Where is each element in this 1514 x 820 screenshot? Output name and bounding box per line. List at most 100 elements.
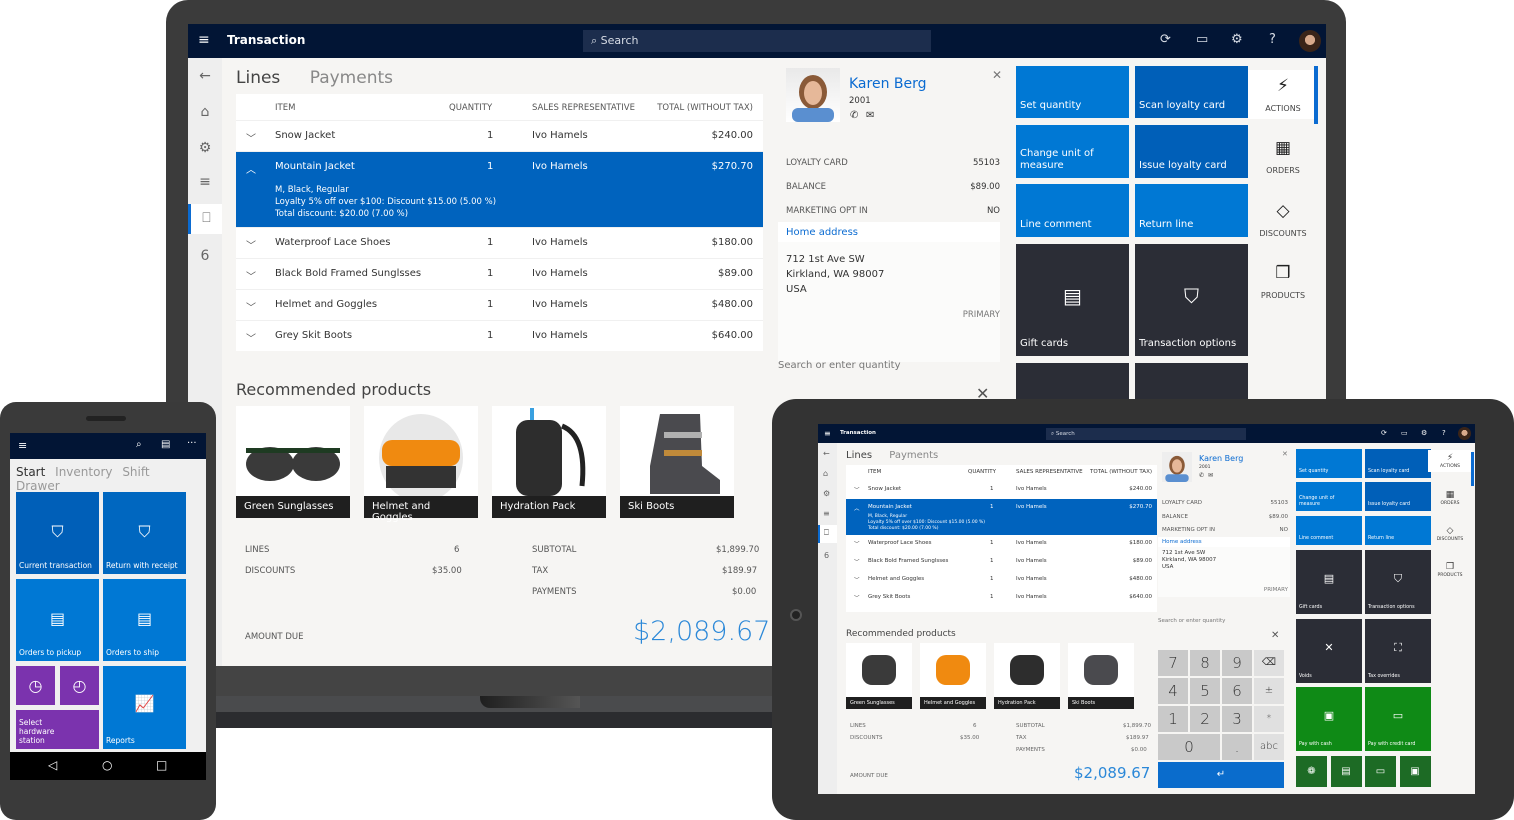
set-quantity-tile[interactable]: Set quantity: [1016, 66, 1129, 118]
quantity-search-input[interactable]: Search or enter quantity: [1158, 618, 1225, 624]
help-icon[interactable]: ?: [1442, 429, 1446, 437]
tab-shift[interactable]: Shift: [122, 465, 149, 479]
products-icon[interactable]: ⚙: [188, 140, 222, 156]
keypad-key[interactable]: abc: [1254, 734, 1284, 760]
search-input[interactable]: ⌕ Search: [1046, 428, 1246, 440]
hardware-station-tile[interactable]: Select hardware station: [16, 710, 99, 749]
keypad-key[interactable]: 4: [1158, 678, 1188, 704]
return-receipt-tile[interactable]: ⛉ Return with receipt: [103, 492, 186, 574]
transaction-options-tile[interactable]: ⛉ Transaction options: [1135, 244, 1248, 356]
tab-inventory[interactable]: Inventory: [55, 465, 112, 479]
search-icon[interactable]: ⌕: [136, 439, 142, 450]
chat-icon[interactable]: ▭: [1196, 32, 1208, 47]
back-icon[interactable]: ←: [823, 449, 830, 458]
rail-discounts[interactable]: ◇ DISCOUNTS: [1428, 526, 1472, 542]
keypad-key[interactable]: 7: [1158, 650, 1188, 676]
close-icon[interactable]: ✕: [992, 68, 1002, 82]
keypad-key[interactable]: ±: [1254, 678, 1284, 704]
quantity-search-input[interactable]: Search or enter quantity: [778, 360, 901, 371]
time-clock-tile[interactable]: ◷: [16, 666, 55, 705]
product-card[interactable]: Hydration Pack: [994, 643, 1060, 709]
user-avatar[interactable]: [1458, 427, 1471, 440]
rail-orders[interactable]: ▦ ORDERS: [1428, 490, 1472, 506]
return-line-tile[interactable]: Return line: [1365, 516, 1431, 545]
table-row[interactable]: ﹀ Snow Jacket 1 Ivo Hamels $240.00: [846, 481, 1157, 499]
chevron-down-icon[interactable]: ﹀: [246, 237, 256, 252]
pay-card-tile[interactable]: ▭ Pay with credit card: [1365, 687, 1431, 751]
product-card[interactable]: Green Sunglasses: [846, 643, 912, 709]
rail-actions[interactable]: ⚡ ACTIONS: [1428, 450, 1472, 472]
scan-loyalty-tile[interactable]: Scan loyalty card: [1365, 449, 1431, 478]
table-row[interactable]: ﹀ Waterproof Lace Shoes 1 Ivo Hamels $180.00: [236, 227, 763, 258]
chevron-down-icon[interactable]: ﹀: [246, 330, 256, 345]
product-card[interactable]: Hydration Pack: [492, 406, 606, 518]
refresh-icon[interactable]: ⟳: [1381, 429, 1387, 437]
chevron-down-icon[interactable]: ﹀: [854, 594, 860, 602]
home-icon[interactable]: ⌂: [823, 469, 828, 478]
hamburger-menu-icon[interactable]: ≡: [18, 439, 27, 452]
help-icon[interactable]: ?: [1269, 32, 1276, 47]
payment-small-tile[interactable]: ▭: [1365, 756, 1396, 787]
transaction-options-tile[interactable]: ⛉ Transaction options: [1365, 550, 1431, 614]
phone-icon[interactable]: ✆: [1199, 472, 1204, 479]
rail-discounts[interactable]: ◇ DISCOUNTS: [1248, 201, 1318, 238]
hamburger-menu-icon[interactable]: ≡: [198, 32, 210, 48]
change-unit-tile[interactable]: Change unit of measure: [1016, 125, 1129, 178]
chevron-down-icon[interactable]: ﹀: [854, 576, 860, 584]
set-quantity-tile[interactable]: Set quantity: [1296, 449, 1362, 478]
pay-cash-tile[interactable]: ▣ Pay with cash: [1296, 687, 1362, 751]
table-row[interactable]: ﹀ Helmet and Goggles 1 Ivo Hamels $480.00: [846, 571, 1157, 589]
payment-small-tile[interactable]: ▤: [1330, 756, 1362, 787]
timesheet-tile[interactable]: ◴: [60, 666, 99, 705]
tab-payments[interactable]: Payments: [310, 68, 393, 88]
payment-small-tile[interactable]: ❁: [1296, 756, 1327, 787]
bag-icon[interactable]: ⎕: [818, 525, 837, 543]
phone-icon[interactable]: ✆: [850, 110, 858, 121]
keypad-key[interactable]: 2: [1190, 706, 1220, 732]
chevron-up-icon[interactable]: ︿: [246, 161, 256, 176]
search-input[interactable]: ⌕ Search: [583, 30, 931, 52]
tab-drawer[interactable]: Drawer: [16, 479, 60, 493]
product-card[interactable]: Green Sunglasses: [236, 406, 350, 518]
product-card[interactable]: Ski Boots: [1068, 643, 1134, 709]
user-avatar[interactable]: [1299, 30, 1321, 52]
keypad-key[interactable]: 3: [1222, 706, 1252, 732]
close-icon[interactable]: ✕: [1282, 450, 1288, 458]
issue-loyalty-tile[interactable]: Issue loyalty card: [1365, 482, 1431, 511]
mail-icon[interactable]: ✉: [866, 110, 874, 121]
table-row[interactable]: ﹀ Grey Skit Boots 1 Ivo Hamels $640.00: [846, 589, 1157, 607]
tab-lines[interactable]: Lines: [846, 450, 872, 461]
keypad-key[interactable]: 1: [1158, 706, 1188, 732]
product-card[interactable]: Helmet and Goggles: [920, 643, 986, 709]
home-nav-icon[interactable]: ○: [102, 758, 112, 772]
tab-payments[interactable]: Payments: [889, 450, 938, 461]
chevron-down-icon[interactable]: ﹀: [854, 558, 860, 566]
gift-cards-tile[interactable]: ▤ Gift cards: [1296, 550, 1362, 614]
gear-icon[interactable]: ⚙: [1421, 429, 1427, 437]
table-row[interactable]: ﹀ Black Bold Framed Sunglsses 1 Ivo Hamels $…: [846, 553, 1157, 571]
table-row[interactable]: ﹀ Snow Jacket 1 Ivo Hamels $240.00: [236, 120, 763, 151]
table-row[interactable]: ﹀ Black Bold Framed Sunglsses 1 Ivo Hamels $…: [236, 258, 763, 289]
customer-name[interactable]: Karen Berg: [1199, 454, 1243, 463]
rail-scrollbar[interactable]: [1471, 452, 1474, 486]
keypad-key[interactable]: 6: [1222, 678, 1252, 704]
scan-loyalty-tile[interactable]: Scan loyalty card: [1135, 66, 1248, 118]
lines-icon[interactable]: ≡: [188, 174, 222, 190]
product-card[interactable]: Helmet and Goggles: [364, 406, 478, 523]
mail-icon[interactable]: ✉: [1208, 472, 1213, 479]
hamburger-menu-icon[interactable]: ≡: [824, 429, 831, 438]
orders-pickup-tile[interactable]: ▤ Orders to pickup: [16, 579, 99, 661]
bag-icon[interactable]: ⎕: [188, 204, 222, 234]
tax-overrides-tile[interactable]: ⛶ Tax overrides: [1365, 619, 1431, 683]
reports-tile[interactable]: 📈 Reports: [103, 666, 186, 749]
current-transaction-tile[interactable]: ⛉ Current transaction: [16, 492, 99, 574]
products-icon[interactable]: ⚙: [823, 489, 830, 498]
table-row[interactable]: ﹀ Waterproof Lace Shoes 1 Ivo Hamels $180.00: [846, 535, 1157, 553]
chat-icon[interactable]: ▤: [161, 439, 170, 450]
keypad-key[interactable]: .: [1222, 734, 1252, 760]
chat-icon[interactable]: ▭: [1401, 429, 1408, 437]
chevron-down-icon[interactable]: ﹀: [854, 540, 860, 548]
tab-start[interactable]: Start: [16, 465, 45, 479]
rail-products[interactable]: ❒ PRODUCTS: [1428, 562, 1472, 578]
enter-key[interactable]: ↵: [1158, 762, 1284, 788]
